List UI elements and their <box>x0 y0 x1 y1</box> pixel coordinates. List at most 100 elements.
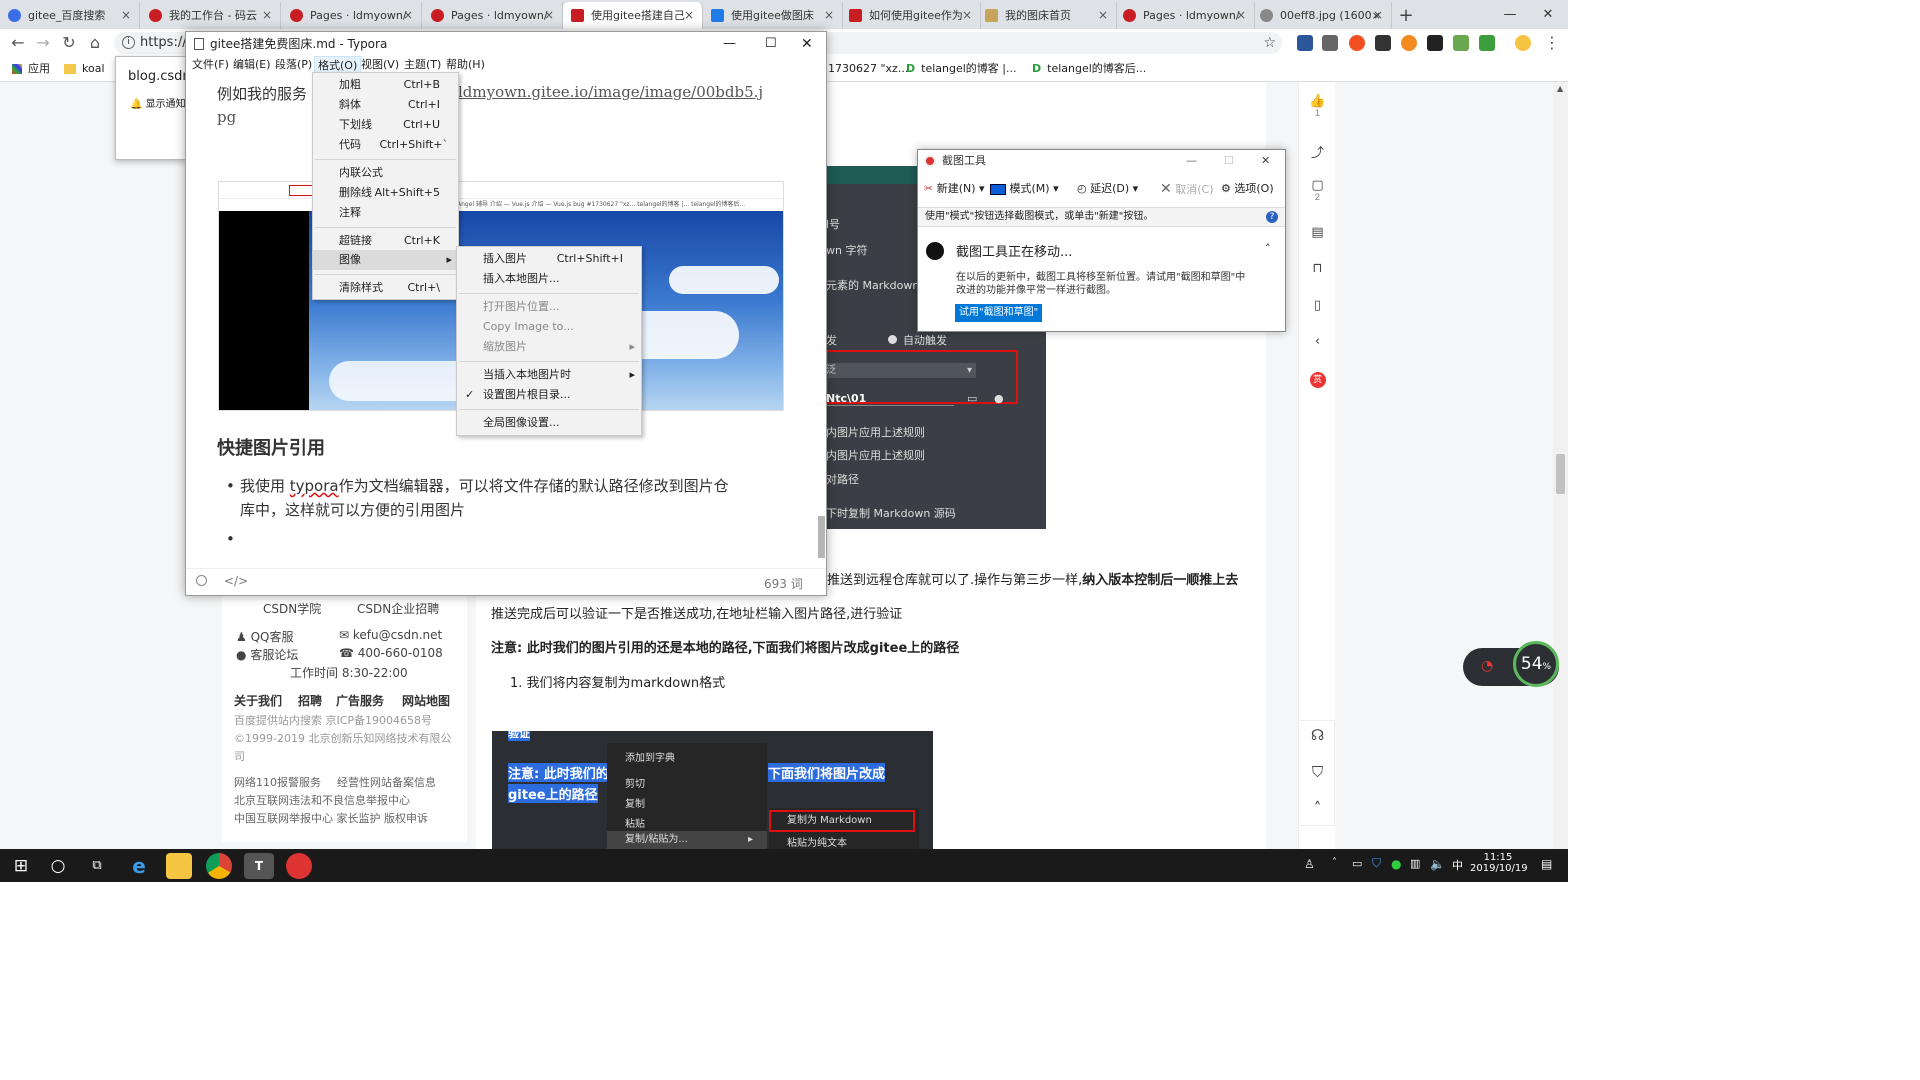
typora-maximize-button[interactable]: ☐ <box>765 32 777 56</box>
document-icon[interactable]: ▤ <box>1299 225 1336 240</box>
forum-link[interactable]: ● 客服论坛 <box>236 646 298 663</box>
bookmark-icon[interactable]: ⊓ <box>1299 261 1336 276</box>
footer-link[interactable]: 北京互联网违法和不良信息举报中心 <box>234 792 410 808</box>
tray-chevron-icon[interactable]: ˄ <box>1332 857 1337 868</box>
close-tab-icon[interactable]: × <box>824 2 834 29</box>
typora-minimize-button[interactable]: — <box>723 32 736 56</box>
volume-icon[interactable]: 🔈 <box>1430 857 1445 871</box>
share-icon[interactable]: ⤴ <box>1299 142 1336 161</box>
close-tab-icon[interactable]: × <box>121 2 131 29</box>
snip-options-button[interactable]: ⚙ 选项(O) <box>1221 175 1274 203</box>
close-tab-icon[interactable]: × <box>262 2 272 29</box>
menu-item-insert-image[interactable]: 插入图片 Ctrl+Shift+I <box>457 249 641 269</box>
tab[interactable]: 使用gitee做图床 × <box>703 2 843 29</box>
menu-item-italic[interactable]: 斜体 Ctrl+I <box>313 95 458 115</box>
footer-link[interactable]: 经营性网站备案信息 <box>337 774 436 790</box>
editor-scrollbar-thumb[interactable] <box>818 516 825 558</box>
menu-item-copy-image-to[interactable]: Copy Image to... <box>457 317 641 337</box>
footer-link[interactable]: CSDN企业招聘 <box>357 600 439 617</box>
windows-start-icon[interactable]: ⊞ <box>8 853 34 879</box>
forward-icon[interactable]: → <box>33 33 53 53</box>
task-view-icon[interactable]: ⧉ <box>84 853 110 879</box>
close-tab-icon[interactable]: × <box>962 2 972 29</box>
editor-link[interactable]: ldmyown.gitee.io/image/image/00bdb5.j <box>458 83 763 101</box>
chrome-icon[interactable] <box>206 853 232 879</box>
editor-link[interactable]: pg <box>217 108 236 126</box>
menu-item-global-image-settings[interactable]: 全局图像设置... <box>457 413 641 433</box>
extension-icon[interactable] <box>1479 35 1495 51</box>
typora-close-button[interactable]: ✕ <box>801 32 813 56</box>
menu-item-underline[interactable]: 下划线 Ctrl+U <box>313 115 458 135</box>
word-count[interactable]: 693 词 <box>764 575 803 592</box>
email-link[interactable]: ✉ kefu@csdn.net <box>339 628 442 642</box>
scrollbar-thumb[interactable] <box>1556 454 1565 494</box>
menu-item-zoom-image[interactable]: 缩放图片 ▸ <box>457 337 641 357</box>
tab-active[interactable]: 使用gitee搭建自己 × <box>563 2 703 29</box>
menu-item-set-image-root[interactable]: ✓ 设置图片根目录... <box>457 385 641 405</box>
outline-toggle-icon[interactable] <box>196 575 207 586</box>
snip-mode-button[interactable]: 模式(M) ▾ <box>990 175 1059 203</box>
search-icon[interactable]: ○ <box>45 853 71 879</box>
snipping-taskbar-icon[interactable] <box>286 853 312 879</box>
speed-widget[interactable]: ◔ 54% <box>1463 641 1559 687</box>
info-icon[interactable]: i <box>122 36 135 49</box>
reload-icon[interactable]: ↻ <box>59 33 79 53</box>
comment-button[interactable]: ▢ 2 <box>1299 178 1336 203</box>
tab[interactable]: Pages · ldmyown/× <box>1115 2 1255 29</box>
home-icon[interactable]: ⌂ <box>85 33 105 53</box>
close-tab-icon[interactable]: × <box>1098 2 1108 29</box>
network-icon[interactable]: ▥ <box>1410 857 1420 870</box>
tab[interactable]: gitee_百度搜索 × <box>0 2 140 29</box>
ime-indicator[interactable]: 中 <box>1452 857 1463 873</box>
close-tab-icon[interactable]: × <box>544 2 554 29</box>
qq-service[interactable]: ♟ QQ客服 <box>236 628 294 645</box>
extension-icon[interactable] <box>1349 35 1365 51</box>
extension-icon[interactable] <box>1401 35 1417 51</box>
back-icon[interactable]: ← <box>8 33 28 53</box>
notification-line[interactable]: 🔔 显示通知 <box>130 95 186 110</box>
extension-icon[interactable] <box>1322 35 1338 51</box>
footer-nav-link[interactable]: 网站地图 <box>402 692 450 709</box>
snip-delay-button[interactable]: ◴ 延迟(D) ▾ <box>1077 175 1138 203</box>
footer-link[interactable]: CSDN学院 <box>263 600 321 617</box>
menu-item-clear-format[interactable]: 清除样式 Ctrl+\ <box>313 278 458 298</box>
shield-icon[interactable]: ⛉ <box>1299 763 1336 781</box>
wechat-icon[interactable]: ● <box>1391 857 1401 871</box>
footer-nav-link[interactable]: 广告服务 <box>336 692 384 709</box>
close-tab-icon[interactable]: × <box>403 2 413 29</box>
bookmark-item[interactable]: Dtelangel的博客后... <box>1032 56 1146 82</box>
snip-maximize-button[interactable]: ☐ <box>1224 150 1234 172</box>
bookmark-item[interactable]: 1730627 "xz... <box>828 56 908 82</box>
menu-item-insert-local-image[interactable]: 插入本地图片... <box>457 269 641 289</box>
menu-item-comment[interactable]: 注释 <box>313 203 458 223</box>
more-menu-icon[interactable]: ⋮ <box>1542 33 1562 53</box>
extension-icon[interactable] <box>1375 35 1391 51</box>
clock[interactable]: 11:15 2019/10/19 <box>1470 852 1528 874</box>
tab[interactable]: 如何使用gitee作为 × <box>841 2 981 29</box>
bookmark-folder[interactable]: koal <box>64 56 105 82</box>
menu-edit[interactable]: 编辑(E) <box>230 56 274 74</box>
snip-new-button[interactable]: ✂ 新建(N) ▾ <box>924 175 985 203</box>
new-tab-button[interactable]: + <box>1396 2 1416 29</box>
file-explorer-icon[interactable] <box>166 853 192 879</box>
tab[interactable]: 00eff8.jpg (1600× × <box>1252 2 1392 29</box>
back-to-top-icon[interactable]: ˄ <box>1299 799 1336 817</box>
menu-item-code[interactable]: 代码 Ctrl+Shift+` <box>313 135 458 155</box>
menu-item-inline-math[interactable]: 内联公式 <box>313 163 458 183</box>
collapse-chevron-icon[interactable]: ˄ <box>1265 242 1271 255</box>
customer-service-icon[interactable]: ☊ <box>1299 726 1336 744</box>
bookmark-star-icon[interactable]: ☆ <box>1263 32 1276 54</box>
footer-nav-link[interactable]: 招聘 <box>298 692 322 709</box>
source-code-icon[interactable]: </> <box>224 574 248 588</box>
chevron-left-icon[interactable]: ‹ <box>1299 334 1336 349</box>
menu-file[interactable]: 文件(F) <box>189 56 232 74</box>
close-tab-icon[interactable]: × <box>1236 2 1246 29</box>
bookmark-item[interactable]: Dtelangel的博客 |... <box>906 56 1017 82</box>
people-icon[interactable]: ♙ <box>1304 857 1315 871</box>
tab[interactable]: Pages · ldmyown/× <box>423 2 563 29</box>
try-snip-sketch-button[interactable]: 试用"截图和草图" <box>955 304 1043 322</box>
snip-close-button[interactable]: ✕ <box>1261 150 1270 172</box>
battery-icon[interactable]: ▭ <box>1352 857 1362 870</box>
bookmark-apps[interactable]: 应用 <box>12 56 50 82</box>
menu-item-hyperlink[interactable]: 超链接 Ctrl+K <box>313 231 458 251</box>
